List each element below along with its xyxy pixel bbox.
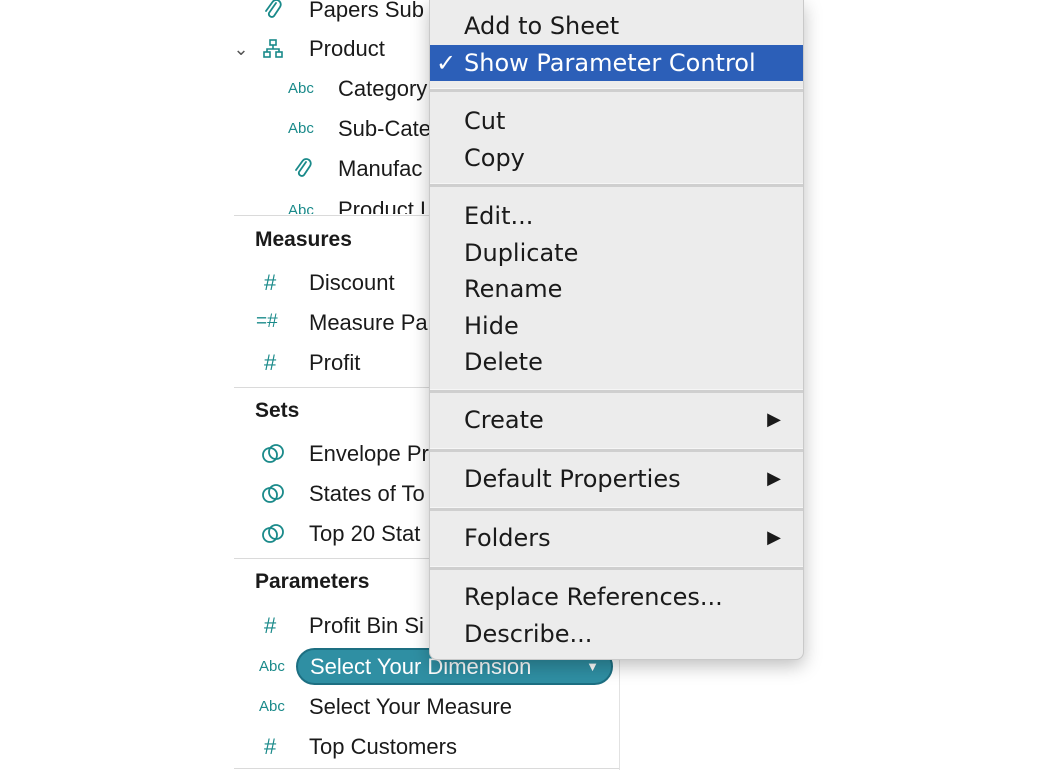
section-title-measures: Measures	[255, 228, 352, 251]
menu-item-label: Describe...	[464, 620, 593, 648]
menu-item-label: Copy	[464, 144, 525, 172]
menu-separator	[430, 183, 803, 187]
string-type-icon: Abc	[288, 80, 314, 97]
menu-item-describe[interactable]: Describe...	[430, 616, 803, 652]
string-type-icon: Abc	[288, 120, 314, 137]
field-label: Product	[309, 36, 385, 61]
field-label: Manufac	[338, 156, 423, 181]
hierarchy-icon	[262, 38, 284, 60]
menu-separator	[430, 88, 803, 92]
menu-item-label: Rename	[464, 275, 563, 303]
menu-item-label: Default Properties	[464, 465, 681, 493]
section-title-sets: Sets	[255, 399, 300, 422]
menu-item-label: Add to Sheet	[464, 12, 620, 40]
string-type-icon: Abc	[288, 202, 314, 214]
field-label: Select Your Measure	[309, 694, 513, 719]
menu-separator	[430, 448, 803, 452]
field-label: Measure Pa	[309, 310, 428, 335]
context-menu: Add to Sheet ✓ Show Parameter Control Cu…	[429, 0, 804, 660]
field-label: Product I	[338, 197, 427, 215]
menu-item-label: Create	[464, 406, 544, 434]
menu-item-delete[interactable]: Delete	[430, 344, 803, 380]
string-type-icon: Abc	[259, 658, 285, 675]
submenu-arrow-icon: ▶	[767, 527, 781, 548]
field-label: Category	[338, 76, 428, 101]
field-label: Top 20 Stat	[309, 521, 421, 546]
menu-item-label: Cut	[464, 107, 506, 135]
set-icon	[261, 483, 285, 505]
menu-item-label: Replace References...	[464, 583, 723, 611]
menu-item-cut[interactable]: Cut	[430, 103, 803, 139]
menu-item-rename[interactable]: Rename	[430, 271, 803, 307]
menu-separator	[430, 389, 803, 393]
dropdown-caret-icon[interactable]: ▼	[586, 659, 599, 674]
menu-item-label: Duplicate	[464, 239, 579, 267]
set-icon	[261, 443, 285, 465]
menu-separator	[430, 566, 803, 570]
menu-item-label: Hide	[464, 312, 519, 340]
menu-item-edit[interactable]: Edit...	[430, 198, 803, 234]
number-type-icon: #	[264, 734, 277, 759]
field-label: Papers Sub	[309, 0, 424, 22]
paperclip-icon	[290, 158, 316, 180]
number-type-icon: #	[264, 270, 277, 295]
field-label: States of To	[309, 481, 425, 506]
field-param-top-customers[interactable]: # Top Customers	[234, 727, 619, 767]
section-divider	[234, 768, 619, 769]
checkmark-icon: ✓	[436, 49, 457, 77]
field-param-select-measure[interactable]: Abc Select Your Measure	[234, 687, 619, 727]
menu-item-default-properties[interactable]: Default Properties ▶	[430, 461, 803, 497]
menu-item-copy[interactable]: Copy	[430, 140, 803, 176]
menu-item-hide[interactable]: Hide	[430, 308, 803, 344]
menu-item-label: Delete	[464, 348, 543, 376]
menu-item-folders[interactable]: Folders ▶	[430, 520, 803, 556]
menu-item-add-to-sheet[interactable]: Add to Sheet	[430, 8, 803, 44]
submenu-arrow-icon: ▶	[767, 468, 781, 489]
field-label: Envelope Pr	[309, 441, 429, 466]
menu-item-create[interactable]: Create ▶	[430, 402, 803, 438]
menu-separator	[430, 507, 803, 511]
submenu-arrow-icon: ▶	[767, 409, 781, 430]
field-label: Profit Bin Si	[309, 613, 424, 638]
menu-item-show-parameter-control[interactable]: ✓ Show Parameter Control	[430, 45, 803, 81]
menu-item-duplicate[interactable]: Duplicate	[430, 235, 803, 271]
field-label: Discount	[309, 270, 395, 295]
menu-item-label: Show Parameter Control	[464, 49, 756, 77]
string-type-icon: Abc	[259, 698, 285, 715]
field-label: Sub-Cate	[338, 116, 431, 141]
field-label: Top Customers	[309, 734, 457, 759]
calculated-number-icon: =#	[256, 311, 278, 332]
menu-item-label: Folders	[464, 524, 551, 552]
paperclip-icon	[260, 0, 286, 21]
menu-item-replace-references[interactable]: Replace References...	[430, 579, 803, 615]
set-icon	[261, 523, 285, 545]
chevron-down-icon[interactable]: ⌄	[234, 38, 250, 60]
section-title-parameters: Parameters	[255, 570, 370, 593]
menu-item-label: Edit...	[464, 202, 534, 230]
field-label: Profit	[309, 350, 361, 375]
number-type-icon: #	[264, 613, 277, 638]
number-type-icon: #	[264, 350, 277, 375]
